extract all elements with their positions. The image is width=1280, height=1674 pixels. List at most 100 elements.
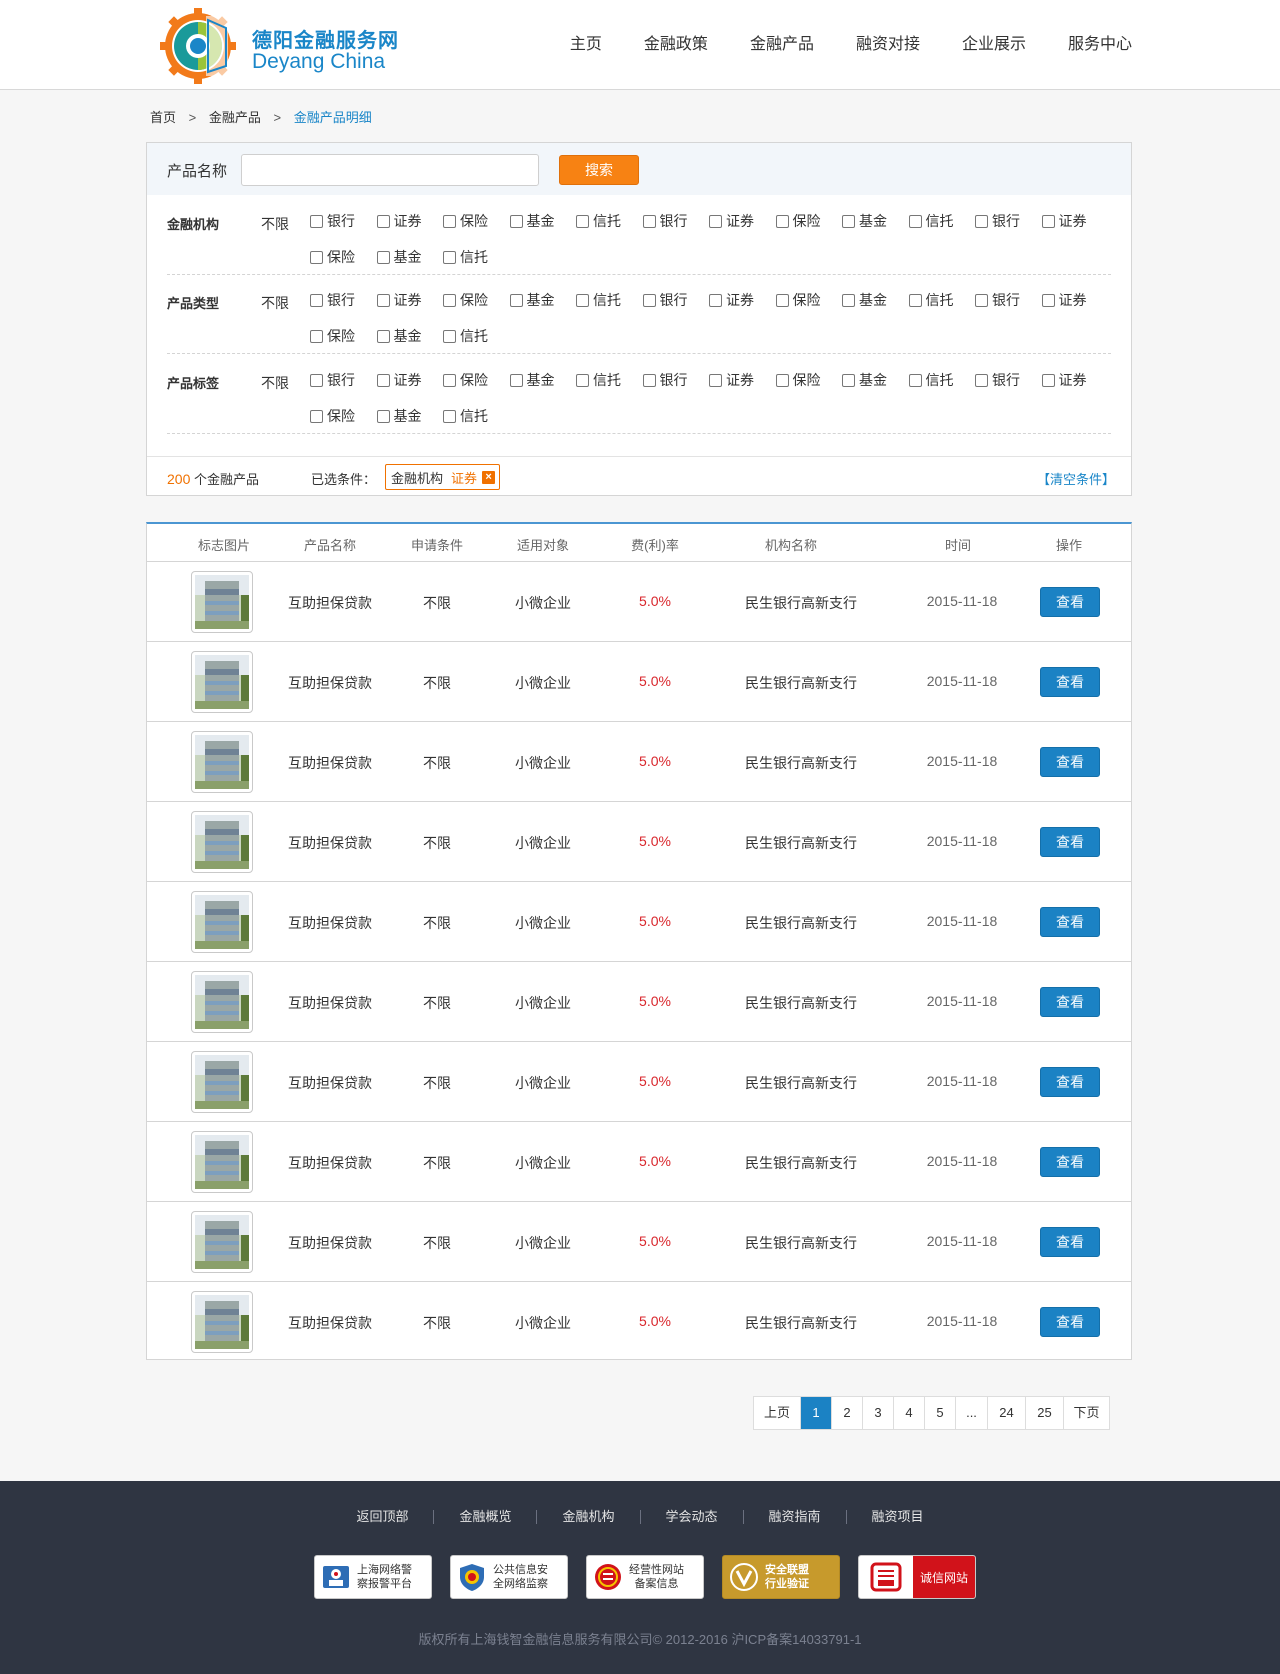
checkbox[interactable]	[376, 293, 390, 307]
filter-option[interactable]: 基金	[842, 288, 887, 312]
nav-finance-policy[interactable]: 金融政策	[644, 30, 708, 54]
business-badge[interactable]: 经营性网站 备案信息	[586, 1555, 704, 1599]
page-button[interactable]: 1	[800, 1397, 831, 1429]
filter-option[interactable]: 银行	[310, 209, 355, 233]
page-button[interactable]: 24	[987, 1397, 1025, 1429]
page-button[interactable]: 2	[831, 1397, 862, 1429]
filter-option[interactable]: 证券	[376, 209, 422, 233]
checkbox[interactable]	[842, 214, 855, 228]
product-name-input[interactable]	[241, 154, 539, 186]
filter-option[interactable]: 保险	[310, 324, 355, 348]
filter-option[interactable]: 证券	[1041, 288, 1087, 312]
page-button[interactable]: 4	[893, 1397, 924, 1429]
filter-option[interactable]: 基金	[376, 245, 422, 269]
checkbox[interactable]	[310, 214, 323, 228]
next-page-button[interactable]: 下页	[1063, 1397, 1109, 1429]
filter-option[interactable]: 信托	[443, 404, 488, 428]
filter-option[interactable]: 信托	[908, 209, 954, 233]
filter-option[interactable]: 银行	[642, 209, 688, 233]
prev-page-button[interactable]: 上页	[754, 1397, 800, 1429]
checkbox[interactable]	[576, 373, 589, 387]
filter-option[interactable]: 保险	[775, 209, 821, 233]
checkbox[interactable]	[842, 373, 855, 387]
filter-option[interactable]: 信托	[443, 324, 488, 348]
checkbox[interactable]	[908, 293, 922, 307]
view-button[interactable]: 查看	[1040, 1067, 1100, 1097]
view-button[interactable]: 查看	[1040, 1227, 1100, 1257]
checkbox[interactable]	[908, 214, 922, 228]
filter-option[interactable]: 保险	[443, 368, 488, 392]
view-button[interactable]: 查看	[1040, 907, 1100, 937]
checkbox[interactable]	[376, 250, 390, 264]
filter-any-option[interactable]: 不限	[261, 293, 289, 313]
nav-home[interactable]: 主页	[570, 30, 602, 54]
filter-option[interactable]: 银行	[642, 288, 688, 312]
filter-option[interactable]: 银行	[310, 368, 355, 392]
checkbox[interactable]	[908, 373, 922, 387]
credit-site-badge[interactable]: 诚信网站	[858, 1555, 976, 1599]
checkbox[interactable]	[509, 293, 523, 307]
filter-option[interactable]: 证券	[709, 368, 754, 392]
filter-any-option[interactable]: 不限	[261, 373, 289, 393]
filter-option[interactable]: 证券	[376, 288, 422, 312]
filter-option[interactable]: 银行	[310, 288, 355, 312]
checkbox[interactable]	[443, 250, 456, 264]
footer-link[interactable]: 返回顶部	[331, 1510, 433, 1524]
filter-option[interactable]: 保险	[775, 368, 821, 392]
filter-option[interactable]: 保险	[310, 245, 355, 269]
checkbox[interactable]	[1041, 293, 1055, 307]
filter-any-option[interactable]: 不限	[261, 214, 289, 234]
checkbox[interactable]	[443, 373, 456, 387]
page-button[interactable]: ...	[955, 1397, 987, 1429]
checkbox[interactable]	[376, 329, 390, 343]
filter-option[interactable]: 保险	[310, 404, 355, 428]
checkbox[interactable]	[509, 214, 523, 228]
page-button[interactable]: 25	[1025, 1397, 1063, 1429]
checkbox[interactable]	[376, 373, 390, 387]
view-button[interactable]: 查看	[1040, 827, 1100, 857]
breadcrumb-home[interactable]: 首页	[150, 110, 176, 125]
filter-option[interactable]: 银行	[975, 288, 1020, 312]
footer-link[interactable]: 金融机构	[536, 1510, 639, 1524]
clear-conditions-link[interactable]: 【清空条件】	[1037, 469, 1115, 488]
checkbox[interactable]	[376, 214, 390, 228]
checkbox[interactable]	[310, 250, 323, 264]
filter-option[interactable]: 保险	[443, 209, 488, 233]
filter-option[interactable]: 证券	[376, 368, 422, 392]
checkbox[interactable]	[975, 293, 988, 307]
checkbox[interactable]	[576, 214, 589, 228]
filter-option[interactable]: 基金	[376, 324, 422, 348]
breadcrumb-products[interactable]: 金融产品	[209, 110, 261, 125]
footer-link[interactable]: 融资指南	[742, 1510, 846, 1524]
checkbox[interactable]	[842, 293, 855, 307]
filter-option[interactable]: 信托	[576, 368, 621, 392]
view-button[interactable]: 查看	[1040, 747, 1100, 777]
remove-tag-icon[interactable]: ×	[482, 470, 496, 484]
filter-option[interactable]: 信托	[443, 245, 488, 269]
filter-option[interactable]: 保险	[775, 288, 821, 312]
filter-option[interactable]: 证券	[709, 288, 754, 312]
checkbox[interactable]	[443, 293, 456, 307]
view-button[interactable]: 查看	[1040, 1307, 1100, 1337]
filter-option[interactable]: 银行	[975, 368, 1020, 392]
checkbox[interactable]	[642, 373, 656, 387]
footer-link[interactable]: 学会动态	[639, 1510, 743, 1524]
checkbox[interactable]	[509, 373, 523, 387]
filter-option[interactable]: 银行	[975, 209, 1020, 233]
checkbox[interactable]	[1041, 214, 1055, 228]
checkbox[interactable]	[775, 293, 789, 307]
checkbox[interactable]	[709, 214, 722, 228]
view-button[interactable]: 查看	[1040, 987, 1100, 1017]
search-button[interactable]: 搜索	[559, 155, 639, 185]
filter-option[interactable]: 基金	[509, 288, 555, 312]
nav-service-center[interactable]: 服务中心	[1068, 30, 1132, 54]
filter-option[interactable]: 基金	[509, 209, 555, 233]
filter-option[interactable]: 信托	[576, 288, 621, 312]
checkbox[interactable]	[975, 373, 988, 387]
page-button[interactable]: 3	[862, 1397, 893, 1429]
checkbox[interactable]	[310, 373, 323, 387]
police-badge[interactable]: 上海网络警 察报警平台	[314, 1555, 432, 1599]
view-button[interactable]: 查看	[1040, 1147, 1100, 1177]
checkbox[interactable]	[1041, 373, 1055, 387]
checkbox[interactable]	[775, 214, 789, 228]
